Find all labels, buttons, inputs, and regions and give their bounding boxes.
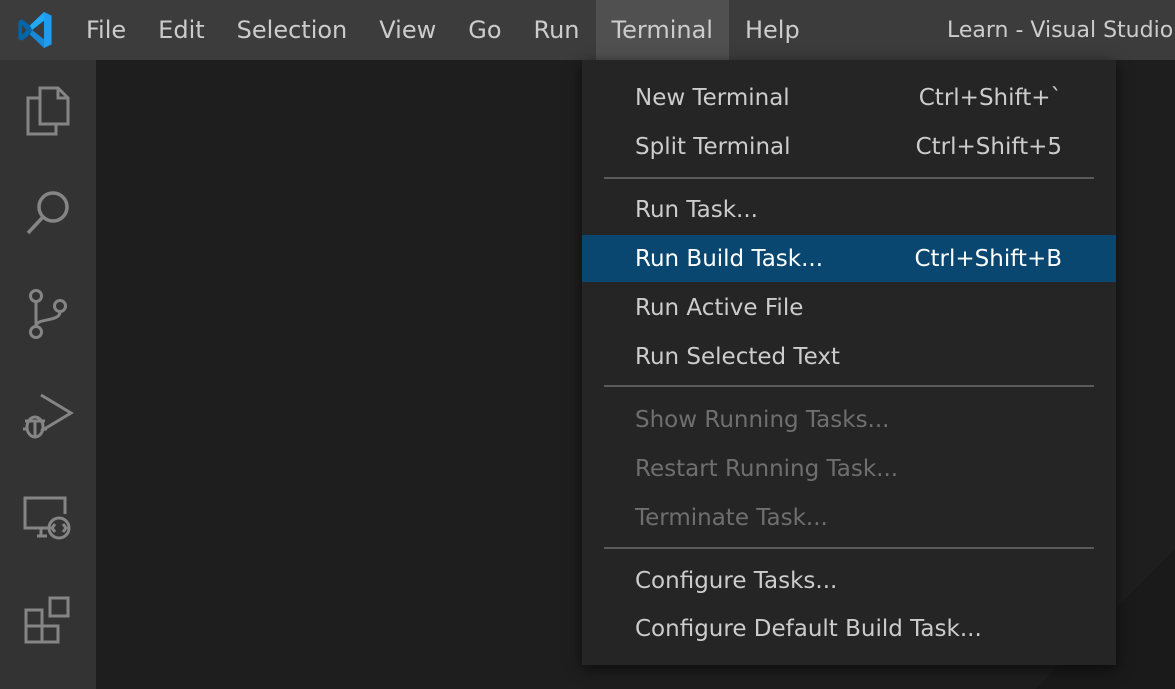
menu-item-show-running-tasks: Show Running Tasks... <box>582 396 1116 443</box>
menu-item-run-selected-text[interactable]: Run Selected Text <box>582 333 1116 380</box>
menu-terminal[interactable]: Terminal <box>595 0 729 60</box>
menu-item-restart-running-task: Restart Running Task... <box>582 445 1116 492</box>
menu-item-shortcut: Ctrl+Shift+` <box>918 84 1062 111</box>
menu-item-label: Show Running Tasks... <box>635 406 890 433</box>
menu-item-configure-tasks[interactable]: Configure Tasks... <box>582 557 1116 604</box>
menu-separator <box>604 177 1094 179</box>
menu-go[interactable]: Go <box>452 0 517 60</box>
menu-file[interactable]: File <box>70 0 142 60</box>
explorer-icon[interactable] <box>0 60 96 160</box>
menu-item-label: Run Active File <box>635 294 804 321</box>
menu-item-split-terminal[interactable]: Split Terminal Ctrl+Shift+5 <box>582 123 1116 170</box>
menu-item-new-terminal[interactable]: New Terminal Ctrl+Shift+` <box>582 74 1116 121</box>
vscode-logo-icon <box>0 0 70 60</box>
menu-item-label: Run Selected Text <box>635 343 840 370</box>
run-debug-icon[interactable] <box>0 366 96 466</box>
window-title: Learn - Visual Studio C <box>947 18 1175 43</box>
terminal-menu-dropdown: New Terminal Ctrl+Shift+` Split Terminal… <box>582 60 1116 665</box>
menu-item-shortcut: Ctrl+Shift+B <box>914 245 1062 272</box>
menu-item-run-task[interactable]: Run Task... <box>582 186 1116 233</box>
activity-bar <box>0 60 96 689</box>
search-icon[interactable] <box>0 162 96 262</box>
menu-bar: File Edit Selection View Go Run Terminal… <box>70 0 816 60</box>
title-bar: File Edit Selection View Go Run Terminal… <box>0 0 1175 60</box>
menu-item-label: Restart Running Task... <box>635 455 899 482</box>
menu-item-label: Configure Default Build Task... <box>635 615 982 642</box>
menu-selection[interactable]: Selection <box>221 0 364 60</box>
menu-item-shortcut: Ctrl+Shift+5 <box>915 133 1062 160</box>
menu-item-terminate-task: Terminate Task... <box>582 494 1116 541</box>
menu-item-label: Terminate Task... <box>635 504 828 531</box>
menu-item-configure-default-build-task[interactable]: Configure Default Build Task... <box>582 605 1116 652</box>
menu-separator <box>604 547 1094 549</box>
menu-item-label: Configure Tasks... <box>635 567 838 594</box>
menu-edit[interactable]: Edit <box>142 0 220 60</box>
menu-view[interactable]: View <box>363 0 452 60</box>
menu-item-run-build-task[interactable]: Run Build Task... Ctrl+Shift+B <box>582 235 1116 282</box>
menu-item-label: New Terminal <box>635 84 790 111</box>
menu-item-label: Run Build Task... <box>635 245 824 272</box>
menu-separator <box>604 385 1094 387</box>
menu-item-label: Split Terminal <box>635 133 791 160</box>
menu-help[interactable]: Help <box>729 0 816 60</box>
menu-run[interactable]: Run <box>518 0 596 60</box>
menu-item-run-active-file[interactable]: Run Active File <box>582 284 1116 331</box>
extensions-icon[interactable] <box>0 570 96 670</box>
remote-explorer-icon[interactable] <box>0 468 96 568</box>
source-control-icon[interactable] <box>0 264 96 364</box>
menu-item-label: Run Task... <box>635 196 758 223</box>
